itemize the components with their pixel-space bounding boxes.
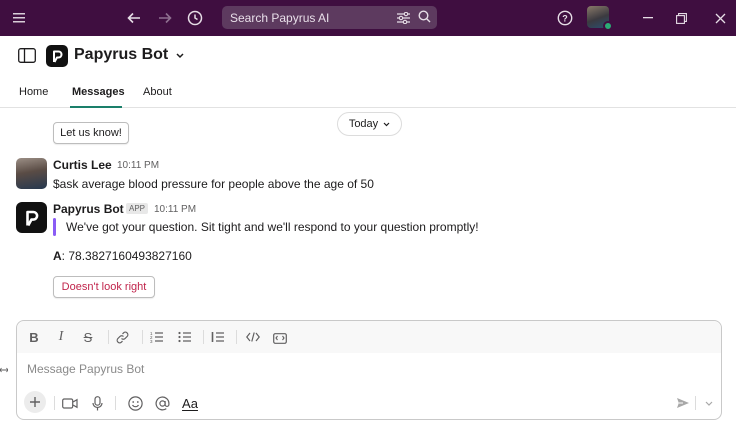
chevron-down-icon[interactable] [699,393,719,413]
strikethrough-icon[interactable]: S [79,328,97,346]
tab-bar: Home Messages About [0,80,736,108]
emoji-icon[interactable] [125,393,145,413]
svg-text:3: 3 [150,339,153,343]
bold-icon[interactable]: B [25,328,43,346]
answer-label: A [53,249,62,263]
answer-value: : 78.3827160493827160 [61,249,192,263]
code-icon[interactable] [244,328,262,346]
chevron-down-icon [383,118,390,130]
quote-text: We've got your question. Sit tight and w… [66,220,479,234]
help-icon[interactable]: ? [556,0,574,36]
feedback-button[interactable]: Doesn't look right [53,276,155,298]
message-timestamp[interactable]: 10:11 PM [154,204,196,215]
tab-messages[interactable]: Messages [72,86,125,98]
toolbar-divider [108,330,109,344]
search-bar[interactable]: Search Papyrus AI [222,6,437,29]
minimize-icon[interactable] [641,0,655,36]
resize-handle-icon[interactable] [0,360,9,378]
text-formatting-icon[interactable]: Aa [177,393,203,413]
active-tab-indicator [70,106,122,108]
search-icon[interactable] [418,10,431,28]
message-text: $ask average blood pressure for people a… [53,177,374,191]
menu-icon[interactable] [10,0,28,36]
app-badge: APP [126,203,149,214]
chevron-down-icon [176,46,184,64]
message-timestamp[interactable]: 10:11 PM [117,160,159,171]
mention-icon[interactable] [152,393,172,413]
tab-home[interactable]: Home [19,86,48,98]
let-us-know-label: Let us know! [60,127,122,139]
date-divider-pill[interactable]: Today [337,112,402,136]
avatar-curtis-lee[interactable] [16,158,47,189]
toolbar-divider [203,330,204,344]
status-dot [603,21,613,31]
link-icon[interactable] [113,328,131,346]
svg-text:?: ? [562,14,568,24]
message-input[interactable]: Message Papyrus Bot [27,362,144,376]
search-placeholder: Search Papyrus AI [230,10,330,25]
answer-line: A: 78.3827160493827160 [53,249,192,263]
toolbar-divider [54,396,55,410]
message-author[interactable]: Curtis Lee [53,158,112,172]
code-block-icon[interactable] [271,328,289,346]
bot-logo-icon [46,45,68,67]
date-divider-label: Today [348,118,379,130]
send-icon[interactable] [673,393,693,413]
quote-bar [53,218,56,236]
microphone-icon[interactable] [87,393,107,413]
close-icon[interactable] [713,0,727,36]
restore-icon[interactable] [674,0,688,36]
channel-title[interactable]: Papyrus Bot [74,46,184,64]
message-composer: B I S 123 Message Papyrus Bot Aa [16,320,722,420]
text-formatting-label: Aa [182,395,198,411]
blockquote-icon[interactable] [208,328,226,346]
feedback-label: Doesn't look right [61,281,147,293]
formatting-toolbar: B I S 123 [17,321,721,353]
app-badge-label: APP [129,204,146,213]
avatar-papyrus-bot[interactable] [16,202,47,233]
forward-arrow-icon[interactable] [155,0,175,36]
history-clock-icon[interactable] [185,0,205,36]
toolbar-divider [142,330,143,344]
message-author[interactable]: Papyrus Bot [53,202,124,216]
sidebar-toggle-icon[interactable] [18,48,36,68]
toolbar-divider [115,396,116,410]
channel-title-label: Papyrus Bot [74,46,169,64]
toolbar-divider [695,396,696,410]
italic-icon[interactable]: I [52,328,70,346]
top-bar: Search Papyrus AI ? [0,0,736,36]
video-camera-icon[interactable] [60,393,80,413]
toolbar-divider [236,330,237,344]
ordered-list-icon[interactable]: 123 [147,328,165,346]
bulleted-list-icon[interactable] [175,328,193,346]
plus-icon[interactable] [24,391,46,413]
tab-about[interactable]: About [143,86,172,98]
let-us-know-button[interactable]: Let us know! [53,122,129,144]
filter-sliders-icon[interactable] [397,11,410,29]
back-arrow-icon[interactable] [124,0,144,36]
